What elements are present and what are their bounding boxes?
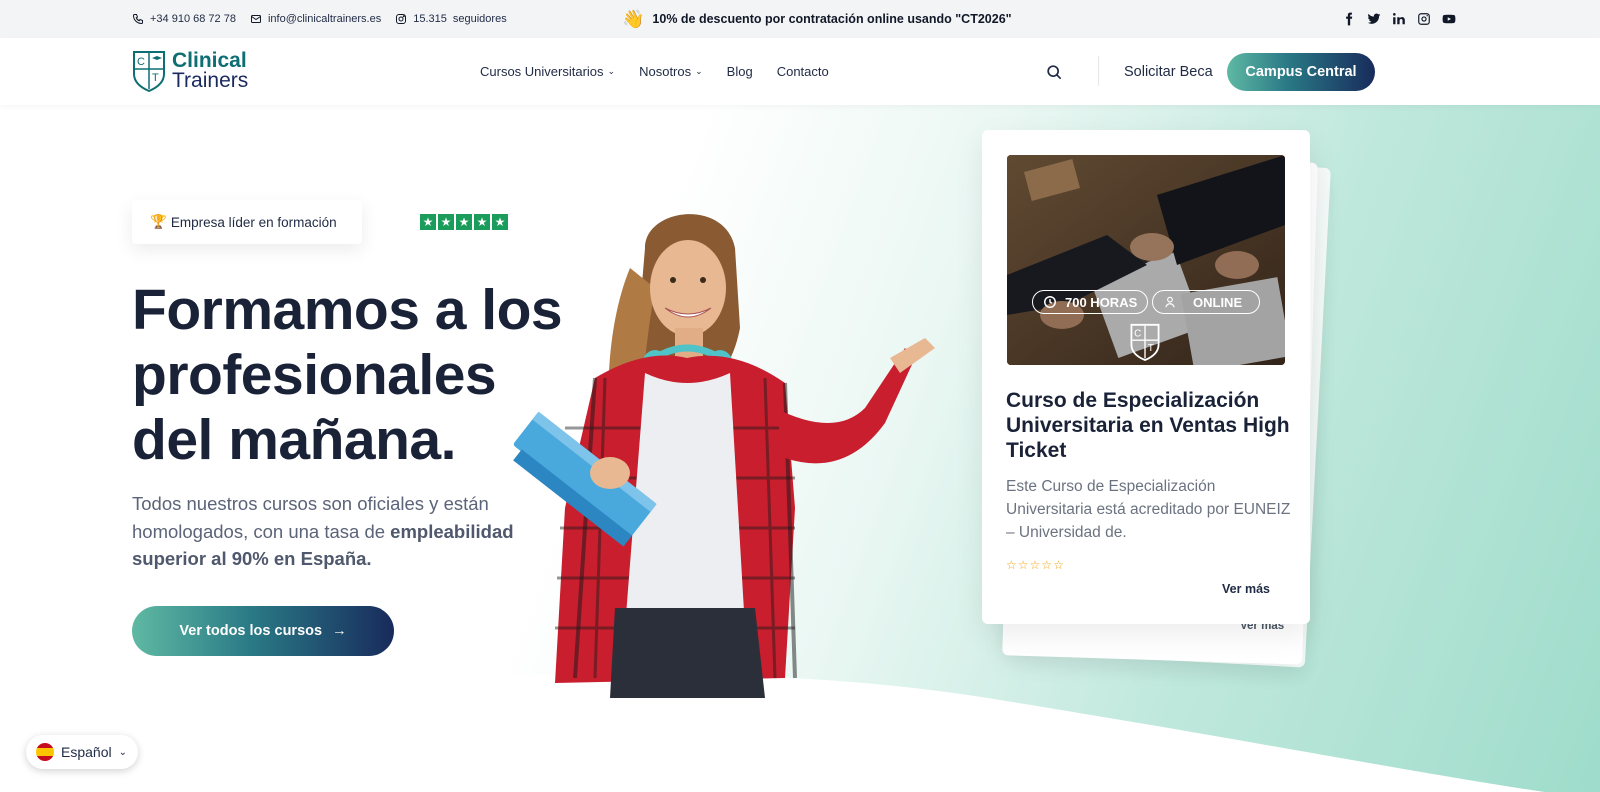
- nav-cursos-universitarios[interactable]: Cursos Universitarios ⌄: [480, 64, 615, 79]
- nav-label: Nosotros: [639, 64, 692, 79]
- badge-text: Empresa líder en formación: [170, 214, 337, 230]
- nav-label: Blog: [726, 64, 753, 79]
- promo-banner: 👋 10% de descuento por contratación onli…: [622, 0, 1012, 38]
- star-outline-icon: ☆: [1053, 558, 1064, 572]
- star-icon: ★: [420, 214, 436, 230]
- star-outline-icon: ☆: [1017, 558, 1029, 572]
- nav-label: Cursos Universitarios: [480, 64, 604, 79]
- phone-link[interactable]: +34 910 68 72 78: [132, 13, 236, 25]
- trophy-icon: 🏆: [150, 214, 167, 229]
- social-links: [1342, 0, 1456, 38]
- svg-text:C: C: [137, 56, 145, 68]
- ct-emblem-icon: C T: [1130, 323, 1160, 361]
- mail-icon: [250, 15, 261, 23]
- logo-wordmark: Clinical Trainers: [172, 49, 249, 92]
- phone-icon: [132, 14, 143, 25]
- spain-flag-icon: [36, 743, 54, 761]
- cta-label: Ver todos los cursos: [179, 623, 323, 639]
- twitter-icon[interactable]: [1367, 12, 1381, 26]
- chevron-down-icon: ⌄: [118, 746, 127, 758]
- nav-blog[interactable]: Blog: [727, 64, 753, 79]
- course-image: 700 HORAS ONLINE C T: [1007, 155, 1285, 365]
- nav-contacto[interactable]: Contacto: [777, 64, 829, 79]
- mode-pill: ONLINE: [1152, 290, 1260, 314]
- shield-logo-icon: C T: [133, 51, 165, 92]
- chevron-down-icon: ⌄: [695, 66, 703, 76]
- promo-text: 10% de descuento por contratación online…: [652, 12, 1012, 26]
- waving-hand-icon: 👋: [622, 9, 645, 29]
- nav-nosotros[interactable]: Nosotros ⌄: [639, 64, 703, 79]
- facebook-icon[interactable]: [1342, 12, 1356, 26]
- logo-line-2: Trainers: [172, 69, 249, 92]
- course-card[interactable]: 700 HORAS ONLINE C T Curso de Especializ…: [982, 130, 1310, 624]
- instagram-followers-link[interactable]: 15.315 seguidores: [395, 13, 507, 25]
- chevron-down-icon: ⌄: [607, 66, 616, 76]
- star-outline-icon: ☆: [1006, 558, 1017, 572]
- star-icon: ★: [456, 214, 472, 230]
- svg-text:C: C: [1134, 329, 1141, 340]
- main-header: C T Clinical Trainers Cursos Universitar…: [0, 38, 1600, 105]
- site-logo[interactable]: C T Clinical Trainers: [132, 50, 248, 92]
- course-title: Curso de Especialización Universitaria e…: [1006, 389, 1290, 462]
- instagram-icon: [396, 14, 407, 24]
- ver-mas-link[interactable]: Ver más: [1222, 582, 1270, 596]
- linkedin-icon[interactable]: [1392, 12, 1406, 26]
- student-photo: [513, 214, 935, 698]
- language-selector[interactable]: Español ⌄: [26, 735, 138, 769]
- follower-label: seguidores: [452, 13, 507, 25]
- header-divider: [1098, 56, 1099, 86]
- email-link[interactable]: info@clinicaltrainers.es: [250, 13, 381, 25]
- follower-count: 15.315: [413, 13, 447, 25]
- svg-text:T: T: [1148, 343, 1154, 354]
- solicitar-beca-link[interactable]: Solicitar Beca: [1124, 38, 1213, 105]
- search-icon[interactable]: [1044, 62, 1064, 82]
- course-description: Este Curso de Especialización Universita…: [1006, 478, 1291, 541]
- person-location-icon: [1165, 296, 1175, 308]
- arrow-right-icon: →: [332, 623, 347, 639]
- course-rating: ☆ ☆ ☆ ☆ ☆: [1006, 558, 1064, 572]
- language-label: Español: [61, 744, 112, 760]
- instagram-icon[interactable]: [1417, 12, 1431, 26]
- email-address: info@clinicaltrainers.es: [267, 13, 382, 25]
- star-icon: ★: [438, 214, 454, 230]
- hours-pill: 700 HORAS: [1032, 290, 1149, 314]
- hours-label: 700 HORAS: [1065, 294, 1138, 310]
- star-outline-icon: ☆: [1029, 558, 1041, 572]
- top-bar: +34 910 68 72 78 info@clinicaltrainers.e…: [0, 0, 1600, 38]
- mode-label: ONLINE: [1193, 294, 1243, 310]
- campus-central-button[interactable]: Campus Central: [1227, 53, 1375, 91]
- leader-badge: 🏆 Empresa líder en formación: [132, 200, 362, 244]
- svg-text:T: T: [152, 72, 159, 84]
- youtube-icon[interactable]: [1442, 12, 1456, 26]
- hero-subtext: Todos nuestros cursos son oficiales y es…: [132, 490, 532, 573]
- logo-line-1: Clinical: [172, 49, 247, 72]
- clock-icon: [1044, 296, 1056, 308]
- phone-number: +34 910 68 72 78: [150, 13, 236, 25]
- main-nav: Cursos Universitarios ⌄ Nosotros ⌄ Blog …: [480, 38, 829, 105]
- star-outline-icon: ☆: [1041, 558, 1053, 572]
- ver-cursos-button[interactable]: Ver todos los cursos →: [132, 606, 394, 656]
- star-icon: ★: [474, 214, 490, 230]
- contact-info: +34 910 68 72 78 info@clinicaltrainers.e…: [132, 0, 507, 38]
- nav-label: Contacto: [776, 64, 829, 79]
